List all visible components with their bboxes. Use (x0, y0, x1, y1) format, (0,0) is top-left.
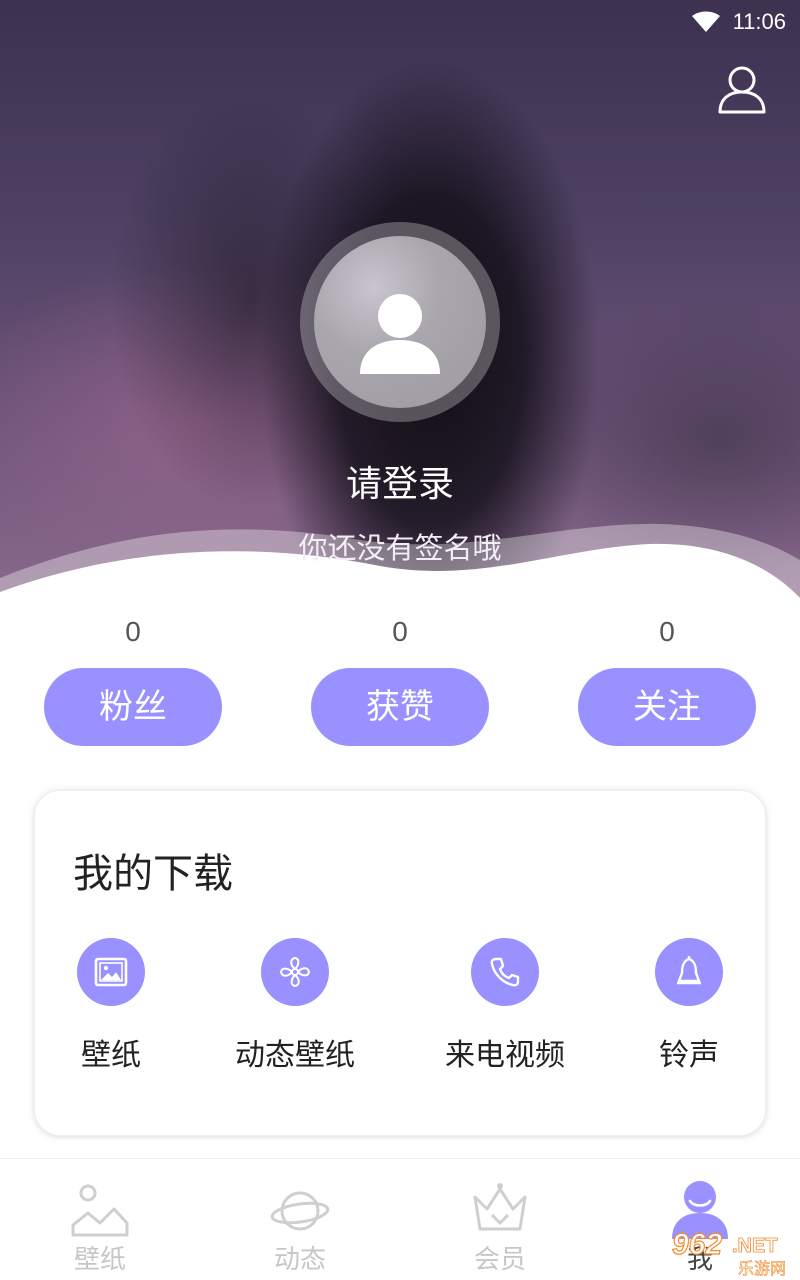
user-outline-icon[interactable] (716, 64, 768, 116)
likes-button[interactable]: 获赞 (311, 668, 489, 746)
bell-icon (655, 938, 723, 1006)
svg-text:962: 962 (672, 1228, 722, 1261)
downloads-title: 我的下载 (73, 851, 233, 897)
download-live-wallpaper[interactable]: 动态壁纸 (215, 938, 375, 1074)
avatar[interactable] (314, 236, 486, 408)
crown-icon (473, 1183, 527, 1231)
download-ringtone[interactable]: 铃声 (609, 938, 769, 1074)
nav-item-wallpaper[interactable]: 壁纸 (0, 1159, 200, 1280)
avatar-ring[interactable] (300, 222, 500, 422)
svg-text:.NET: .NET (732, 1235, 778, 1257)
svg-text:乐游网: 乐游网 (738, 1259, 786, 1278)
default-avatar-icon (360, 294, 440, 374)
wifi-icon (691, 11, 720, 32)
fans-count: 0 (125, 616, 141, 647)
fans-button[interactable]: 粉丝 (44, 668, 222, 746)
download-live-wallpaper-label: 动态壁纸 (235, 1038, 355, 1073)
downloads-card: 我的下载 壁纸 动态壁纸 来电视频 铃声 (34, 790, 766, 1136)
nav-item-vip[interactable]: 会员 (400, 1159, 600, 1280)
signature-text: 你还没有签名哦 (298, 531, 502, 565)
login-prompt[interactable]: 请登录 (0, 455, 800, 507)
nav-label-vip: 会员 (473, 1245, 526, 1275)
download-wallpaper-label: 壁纸 (81, 1038, 141, 1073)
stat-following: 0 关注 (578, 614, 756, 746)
download-call-video-label: 来电视频 (445, 1038, 565, 1073)
stat-likes: 0 获赞 (311, 614, 489, 746)
profile-header: 11:06 请登录 你还没有签名哦 (0, 0, 800, 600)
image-icon (77, 938, 145, 1006)
status-bar: 11:06 (0, 0, 800, 44)
mountain-icon (71, 1184, 129, 1237)
status-time: 11:06 (732, 9, 786, 34)
following-button[interactable]: 关注 (578, 668, 756, 746)
download-wallpaper[interactable]: 壁纸 (31, 938, 191, 1074)
nav-label-dynamic: 动态 (273, 1245, 326, 1275)
download-ringtone-label: 铃声 (659, 1038, 719, 1073)
fan-icon (261, 938, 329, 1006)
following-count: 0 (659, 616, 675, 647)
phone-icon (471, 938, 539, 1006)
download-call-video[interactable]: 来电视频 (425, 938, 585, 1074)
nav-label-wallpaper: 壁纸 (73, 1245, 126, 1275)
nav-item-dynamic[interactable]: 动态 (200, 1159, 400, 1280)
likes-count: 0 (392, 616, 408, 647)
site-watermark-logo: 962 .NET 乐游网 (671, 1227, 786, 1278)
planet-icon (270, 1191, 330, 1231)
stat-fans: 0 粉丝 (44, 614, 222, 746)
